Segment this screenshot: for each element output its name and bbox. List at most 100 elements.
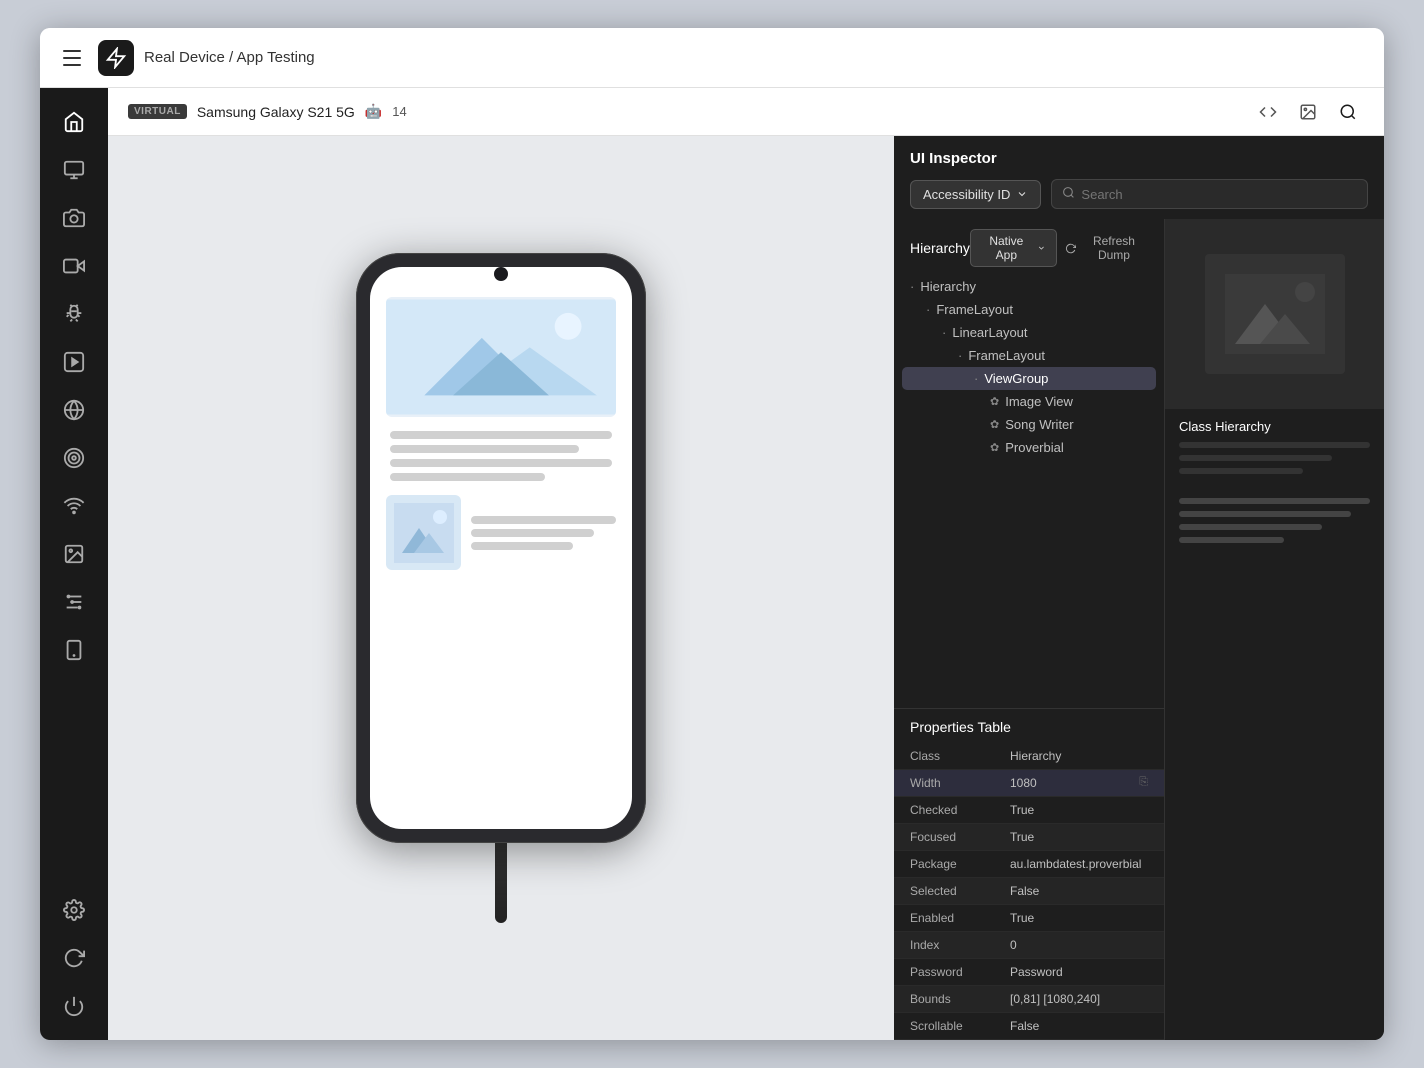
prop-key-width: Width <box>894 770 994 797</box>
class-line <box>1179 537 1284 543</box>
sidebar-item-sliders[interactable] <box>52 580 96 624</box>
table-row: Enabled True <box>894 905 1164 932</box>
class-line <box>1179 455 1332 461</box>
sidebar-item-bug[interactable] <box>52 292 96 336</box>
split-view: UI Inspector Accessibility ID <box>108 136 1384 1040</box>
text-line <box>390 445 579 453</box>
prop-val-bounds: [0,81] [1080,240] <box>994 986 1164 1013</box>
table-row: Scrollable False <box>894 1013 1164 1040</box>
properties-title: Properties Table <box>894 709 1164 743</box>
app-window: Real Device / App Testing <box>40 28 1384 1040</box>
sidebar-item-settings[interactable] <box>52 888 96 932</box>
prop-val-scrollable: False <box>994 1013 1164 1040</box>
copy-icon[interactable]: ⎘ <box>1139 776 1148 789</box>
sidebar-item-globe[interactable] <box>52 388 96 432</box>
small-text-lines <box>471 516 616 550</box>
phone-cable <box>495 843 507 923</box>
device-info: VIRTUAL Samsung Galaxy S21 5G 🤖 14 <box>128 103 407 120</box>
search-input[interactable] <box>1081 187 1357 202</box>
hierarchy-label: Hierarchy <box>910 240 970 256</box>
class-line <box>1179 442 1370 448</box>
sidebar-item-phone[interactable] <box>52 628 96 672</box>
device-name: Samsung Galaxy S21 5G <box>197 104 355 120</box>
app-content <box>370 267 632 586</box>
table-row: Checked True <box>894 797 1164 824</box>
device-bar: VIRTUAL Samsung Galaxy S21 5G 🤖 14 <box>108 88 1384 136</box>
prop-val-width: 1080 ⎘ <box>994 770 1164 797</box>
text-line <box>390 431 612 439</box>
prop-val-checked: True <box>994 797 1164 824</box>
refresh-dump-button[interactable]: Refresh Dump <box>1065 234 1148 262</box>
properties-section: Properties Table Class Hierarchy Wi <box>894 708 1164 1041</box>
text-lines-1 <box>386 431 616 481</box>
prop-key-focused: Focused <box>894 824 994 851</box>
page-title: Real Device / App Testing <box>144 49 315 66</box>
sidebar-item-play[interactable] <box>52 340 96 384</box>
prop-val-package: au.lambdatest.proverbial <box>994 851 1164 878</box>
phone-frame <box>356 253 646 843</box>
sidebar-item-target[interactable] <box>52 436 96 480</box>
small-card <box>386 495 616 570</box>
prop-key-enabled: Enabled <box>894 905 994 932</box>
prop-key-password: Password <box>894 959 994 986</box>
inspector-panel: UI Inspector Accessibility ID <box>894 136 1384 1040</box>
table-row: Bounds [0,81] [1080,240] <box>894 986 1164 1013</box>
sidebar-item-monitor[interactable] <box>52 148 96 192</box>
class-line <box>1179 498 1370 504</box>
prop-key-bounds: Bounds <box>894 986 994 1013</box>
sidebar-item-refresh[interactable] <box>52 936 96 980</box>
prop-key-selected: Selected <box>894 878 994 905</box>
tree-item-proverbial[interactable]: ✿ Proverbial <box>902 436 1156 459</box>
hamburger-menu[interactable] <box>56 42 88 74</box>
accessibility-id-button[interactable]: Accessibility ID <box>910 180 1041 209</box>
text-line <box>390 459 612 467</box>
class-lines <box>1165 442 1384 543</box>
table-row: Focused True <box>894 824 1164 851</box>
tree-item-framelayout-1[interactable]: · FrameLayout <box>902 298 1156 321</box>
main-body: VIRTUAL Samsung Galaxy S21 5G 🤖 14 <box>40 88 1384 1040</box>
prop-val-focused: True <box>994 824 1164 851</box>
sidebar-item-home[interactable] <box>52 100 96 144</box>
table-row: Class Hierarchy <box>894 743 1164 770</box>
class-hierarchy-title: Class Hierarchy <box>1165 409 1384 442</box>
prop-key-checked: Checked <box>894 797 994 824</box>
device-actions <box>1252 96 1364 128</box>
tree-item-framelayout-2[interactable]: · FrameLayout <box>902 344 1156 367</box>
prop-val-enabled: True <box>994 905 1164 932</box>
prop-key-index: Index <box>894 932 994 959</box>
phone-notch <box>494 267 508 281</box>
prop-key-scrollable: Scrollable <box>894 1013 994 1040</box>
inspector-title: UI Inspector <box>910 150 1368 167</box>
inspector-controls: Accessibility ID <box>910 179 1368 209</box>
properties-table: Class Hierarchy Width 1080 ⎘ <box>894 743 1164 1041</box>
code-button[interactable] <box>1252 96 1284 128</box>
tree-item-linearlayout[interactable]: · LinearLayout <box>902 321 1156 344</box>
tree-item-hierarchy[interactable]: · Hierarchy <box>902 275 1156 298</box>
tree-item-songwriter[interactable]: ✿ Song Writer <box>902 413 1156 436</box>
inspector-body: Hierarchy Native App Refresh Dump <box>894 219 1384 1040</box>
search-icon <box>1062 186 1075 202</box>
screenshot-button[interactable] <box>1292 96 1324 128</box>
sidebar-item-camera[interactable] <box>52 196 96 240</box>
phone-wrapper <box>356 253 646 923</box>
sidebar-item-image[interactable] <box>52 532 96 576</box>
hierarchy-right: Native App Refresh Dump <box>970 229 1148 267</box>
sidebar <box>40 88 108 1040</box>
table-row: Package au.lambdatest.proverbial <box>894 851 1164 878</box>
sidebar-item-signal[interactable] <box>52 484 96 528</box>
class-line <box>1179 468 1303 474</box>
inspector-button[interactable] <box>1332 96 1364 128</box>
api-level: 14 <box>392 104 406 119</box>
phone-screen <box>370 267 632 829</box>
tree-item-imageview[interactable]: ✿ Image View <box>902 390 1156 413</box>
sidebar-item-video[interactable] <box>52 244 96 288</box>
table-row: Selected False <box>894 878 1164 905</box>
native-app-button[interactable]: Native App <box>970 229 1057 267</box>
sidebar-item-power[interactable] <box>52 984 96 1028</box>
text-line <box>390 473 545 481</box>
tree-item-viewgroup[interactable]: · ViewGroup <box>902 367 1156 390</box>
android-icon: 🤖 <box>365 103 382 120</box>
prop-val-selected: False <box>994 878 1164 905</box>
content-area: VIRTUAL Samsung Galaxy S21 5G 🤖 14 <box>108 88 1384 1040</box>
hierarchy-toolbar: Hierarchy Native App Refresh Dump <box>894 219 1164 275</box>
